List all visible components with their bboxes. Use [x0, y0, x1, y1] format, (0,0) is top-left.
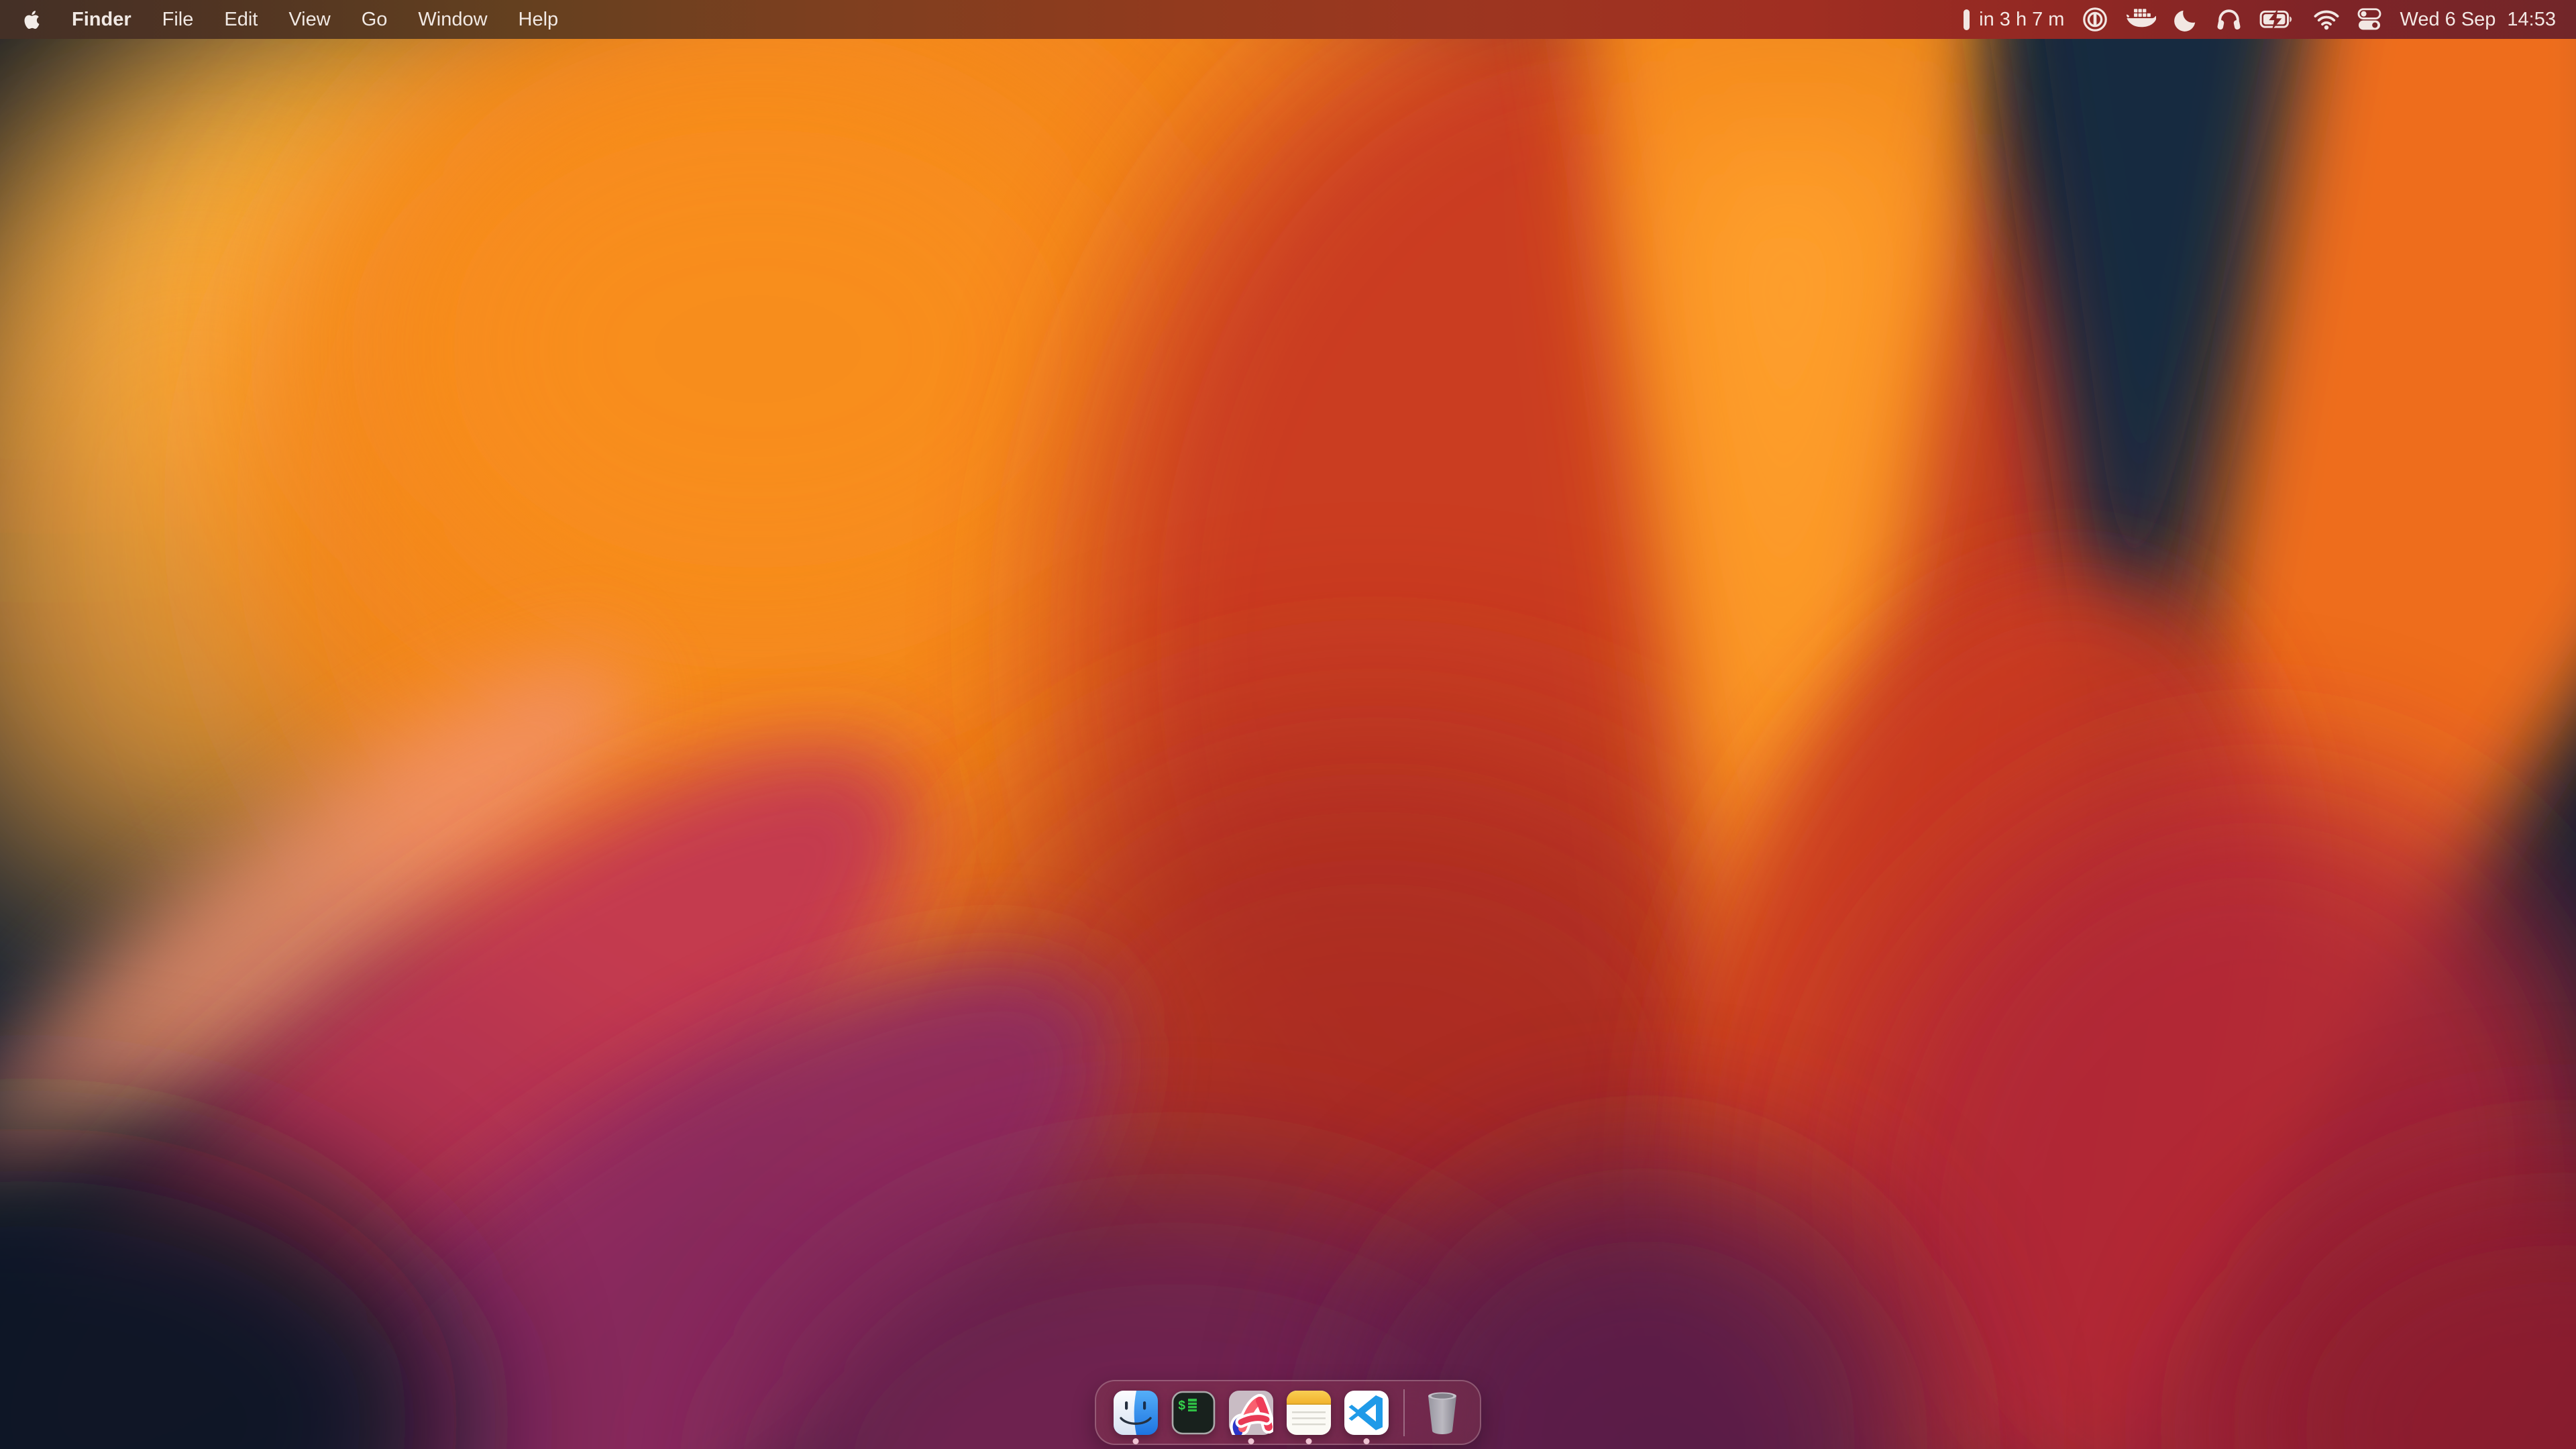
menu-bar-status-area: in 3 h 7 m [1964, 7, 2556, 32]
focus-moon-icon[interactable] [2174, 7, 2198, 32]
dock-app-terminal[interactable]: $ [1171, 1391, 1216, 1435]
dock: $ [1095, 1380, 1481, 1445]
menu-go[interactable]: Go [362, 0, 388, 39]
wifi-icon[interactable] [2314, 9, 2339, 30]
dock-trash[interactable] [1419, 1389, 1465, 1436]
wallpaper-shapes [0, 0, 2576, 1449]
dock-app-vscode[interactable] [1344, 1391, 1389, 1435]
running-indicator [1133, 1438, 1139, 1444]
arc-browser-icon [1229, 1391, 1273, 1435]
menubar-clock[interactable]: Wed 6 Sep 14:53 [2400, 9, 2556, 31]
macos-desktop: Finder File Edit View Go Window Help in … [0, 0, 2576, 1449]
finder-icon [1114, 1391, 1158, 1435]
running-indicator [1364, 1438, 1370, 1444]
menubar-timer-item[interactable]: in 3 h 7 m [1964, 9, 2064, 31]
headphones-icon[interactable] [2216, 8, 2241, 32]
menu-help[interactable]: Help [519, 0, 559, 39]
menu-file[interactable]: File [162, 0, 194, 39]
terminal-icon: $ [1171, 1391, 1216, 1435]
dock-app-notes[interactable] [1287, 1391, 1331, 1435]
power-circle-icon[interactable] [2082, 7, 2108, 32]
apple-icon [23, 9, 41, 30]
dock-app-finder[interactable] [1114, 1391, 1158, 1435]
control-center-icon[interactable] [2357, 8, 2381, 31]
timer-bar-icon [1964, 9, 1970, 30]
notes-icon [1287, 1391, 1331, 1435]
running-indicator [1306, 1438, 1312, 1444]
menu-app-finder[interactable]: Finder [72, 0, 131, 39]
svg-text:$: $ [1178, 1399, 1185, 1413]
menu-bar: Finder File Edit View Go Window Help in … [0, 0, 2576, 39]
menu-edit[interactable]: Edit [224, 0, 258, 39]
menu-bar-left: Finder File Edit View Go Window Help [23, 0, 558, 39]
vscode-icon [1344, 1391, 1389, 1435]
menubar-date: Wed 6 Sep [2400, 9, 2496, 31]
dock-app-arc[interactable] [1229, 1391, 1273, 1435]
dock-separator [1403, 1389, 1405, 1436]
menu-window[interactable]: Window [418, 0, 487, 39]
menu-view[interactable]: View [288, 0, 330, 39]
menubar-time: 14:53 [2507, 9, 2556, 31]
running-indicator [1248, 1438, 1254, 1444]
battery-charging-icon[interactable] [2259, 8, 2296, 31]
desktop-wallpaper [0, 0, 2576, 1449]
apple-menu[interactable] [23, 9, 41, 30]
timer-text: in 3 h 7 m [1979, 9, 2064, 31]
trash-icon [1419, 1389, 1465, 1436]
docker-whale-icon[interactable] [2126, 8, 2156, 31]
